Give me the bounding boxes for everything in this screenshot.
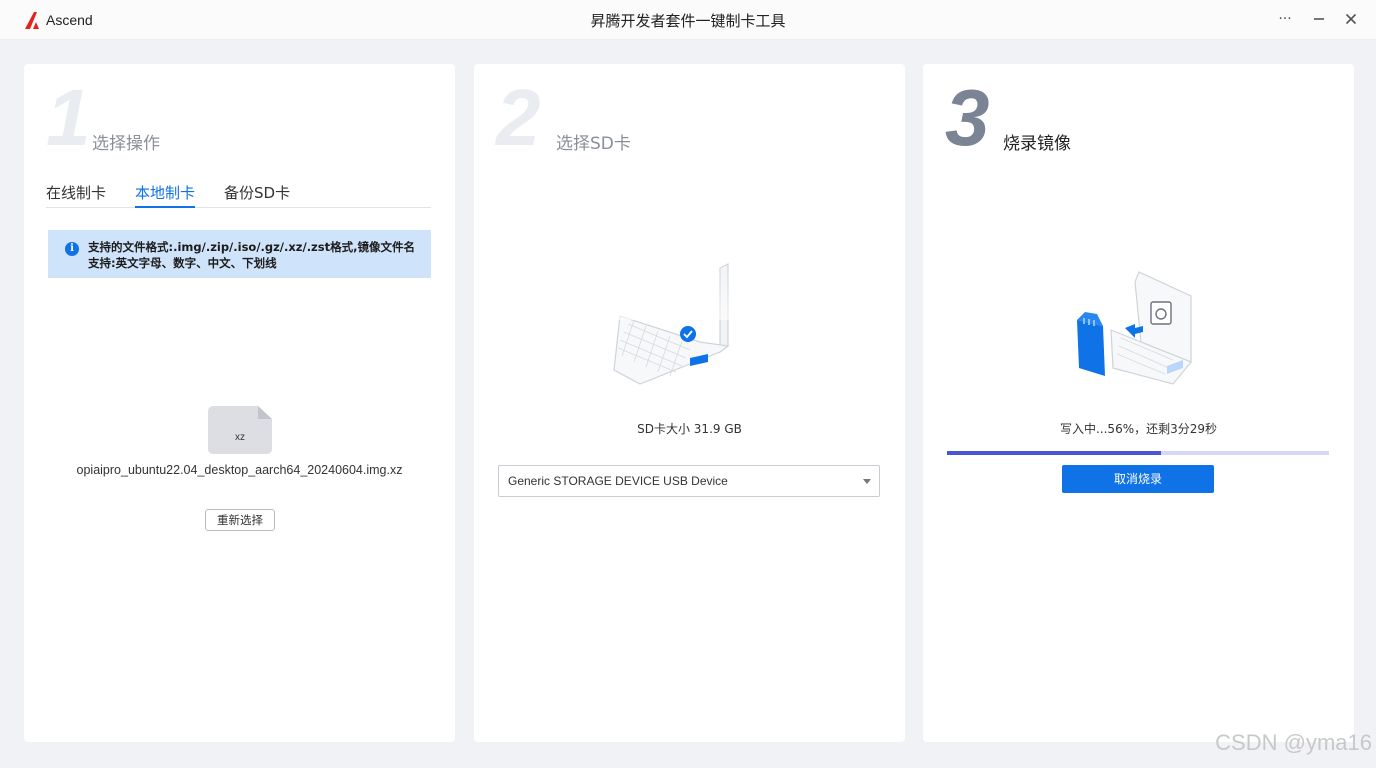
more-dots-icon: ··· bbox=[1278, 11, 1292, 27]
app-title: 昇腾开发者套件一键制卡工具 bbox=[590, 12, 786, 30]
step-number: 3 bbox=[945, 73, 990, 162]
step-title: 烧录镜像 bbox=[1003, 134, 1071, 154]
cancel-burn-button[interactable]: 取消烧录 bbox=[1062, 465, 1214, 493]
minimize-button[interactable] bbox=[1307, 8, 1331, 30]
burning-illustration bbox=[1077, 271, 1192, 385]
more-menu-button[interactable]: ··· bbox=[1273, 8, 1297, 30]
operation-tabs: 在线制卡 本地制卡 备份SD卡 bbox=[46, 182, 431, 208]
format-info-text: 支持的文件格式:.img/.zip/.iso/.gz/.xz/.zst格式,镜像… bbox=[88, 240, 415, 270]
minimize-icon bbox=[1314, 18, 1324, 20]
step-card-burn-image: 3 烧录镜像 写入中...56%，还剩3分29秒 取消烧录 bbox=[923, 64, 1354, 742]
step-card-select-sd: 2 选择SD卡 SD卡大小 31.9 GB Generic STORAGE DE… bbox=[474, 64, 905, 742]
watermark: CSDN @yma16 bbox=[1215, 730, 1372, 755]
burn-progress-text: 写入中...56%，还剩3分29秒 bbox=[1059, 422, 1218, 436]
sd-card-size: SD卡大小 31.9 GB bbox=[637, 422, 742, 436]
info-icon: i bbox=[65, 242, 79, 256]
burn-progress-bar bbox=[947, 451, 1329, 455]
reselect-button[interactable]: 重新选择 bbox=[205, 509, 275, 531]
close-icon bbox=[1345, 13, 1357, 25]
sd-device-select[interactable]: Generic STORAGE DEVICE USB Device bbox=[498, 465, 880, 497]
sd-device-value: Generic STORAGE DEVICE USB Device bbox=[508, 474, 728, 488]
tab-online[interactable]: 在线制卡 bbox=[46, 182, 106, 208]
step-title: 选择操作 bbox=[92, 134, 160, 154]
file-extension: xz bbox=[235, 432, 245, 443]
step-number: 2 bbox=[496, 73, 541, 162]
format-info-banner: i 支持的文件格式:.img/.zip/.iso/.gz/.xz/.zst格式,… bbox=[48, 230, 431, 278]
title-bar: Ascend 昇腾开发者套件一键制卡工具 ··· bbox=[0, 0, 1376, 40]
close-button[interactable] bbox=[1339, 8, 1363, 30]
burn-progress-fill bbox=[947, 451, 1161, 455]
chevron-down-icon bbox=[863, 479, 871, 484]
file-icon bbox=[208, 406, 272, 454]
tab-local[interactable]: 本地制卡 bbox=[135, 182, 196, 208]
step-card-select-operation: 1 选择操作 在线制卡 本地制卡 备份SD卡 i 支持的文件格式:.img/.z… bbox=[24, 64, 455, 742]
tab-backup-sd[interactable]: 备份SD卡 bbox=[224, 182, 290, 208]
laptop-illustration bbox=[610, 260, 740, 385]
file-name: opiaipro_ubuntu22.04_desktop_aarch64_202… bbox=[76, 463, 403, 477]
step-number: 1 bbox=[46, 73, 91, 162]
step-title: 选择SD卡 bbox=[556, 134, 631, 154]
